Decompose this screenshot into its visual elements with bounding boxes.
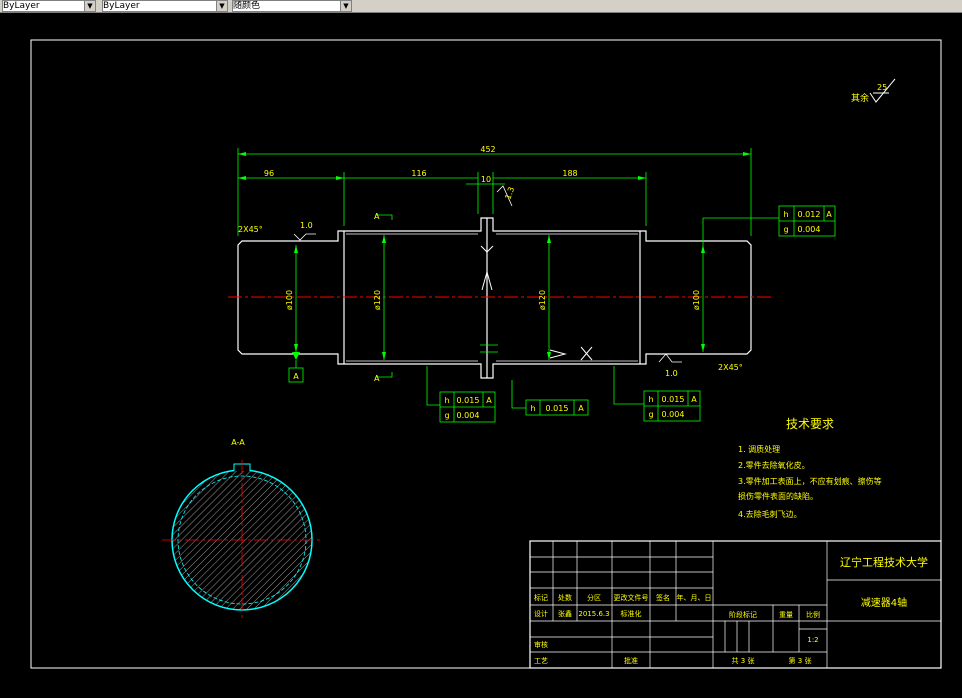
weight-label: 重量 xyxy=(779,611,793,619)
tol-bl-val2: 0.004 xyxy=(457,411,480,420)
part-name: 减速器4轴 xyxy=(861,596,907,609)
std-label: 标准化 xyxy=(621,609,642,618)
drawing-frame xyxy=(30,39,942,669)
tol-bl-sym2: g xyxy=(444,411,449,420)
designer: 张鑫 xyxy=(558,609,572,618)
tech-req-item: 4.去除毛刺飞边。 xyxy=(738,509,802,519)
drawing-canvas[interactable]: 其余 25 452 96 116 10 188 2X45° 2X45° 1.0 … xyxy=(0,12,962,698)
dim-dia-mid2: ø120 xyxy=(538,290,547,310)
tol-br-val1: 0.015 xyxy=(662,395,685,404)
tech-req-item: 3.零件加工表面上，不应有划痕、擦伤等 xyxy=(738,476,882,486)
title-block: 辽宁工程技术大学 减速器4轴 标记 处数 分区 更改文件号 签名 年、月、日 设… xyxy=(529,540,942,669)
section-view: A-A xyxy=(162,438,322,620)
tol-br-ref1: A xyxy=(691,395,697,404)
tol-br-sym1: h xyxy=(648,395,653,404)
tol-bm-sym1: h xyxy=(530,404,535,413)
chevron-down-icon[interactable]: ▼ xyxy=(340,1,351,11)
process-label: 工艺 xyxy=(534,657,548,665)
tol-tr-sym1: h xyxy=(783,210,788,219)
dim-116: 116 xyxy=(411,169,426,178)
dim-10: 10 xyxy=(481,175,491,184)
dim-96: 96 xyxy=(264,169,274,178)
section-mark-bottom: A xyxy=(374,374,380,383)
technical-requirements: 技术要求 1. 调质处理 2.零件去除氧化皮。 3.零件加工表面上，不应有划痕、… xyxy=(738,417,882,519)
section-view-label: A-A xyxy=(231,438,245,447)
dim-dia-right: ø100 xyxy=(692,290,701,310)
tol-bm-val1: 0.015 xyxy=(546,404,569,413)
datum-a: A xyxy=(288,352,304,383)
school-name: 辽宁工程技术大学 xyxy=(840,555,928,569)
tech-req-item: 1. 调质处理 xyxy=(738,444,780,454)
chevron-down-icon[interactable]: ▼ xyxy=(216,1,227,11)
tech-req-title: 技术要求 xyxy=(786,417,834,431)
dim-chamfer-left: 2X45° xyxy=(238,225,263,234)
approve-label: 批准 xyxy=(624,656,638,665)
shaft-main-view xyxy=(228,217,772,379)
lineweight-value: ByLayer xyxy=(103,1,140,11)
fillet-right-text: 1.0 xyxy=(665,369,678,378)
dim-dia-mid1: ø120 xyxy=(373,290,382,310)
tol-tr-val2: 0.004 xyxy=(798,225,821,234)
tol-bl-ref1: A xyxy=(486,396,492,405)
roughness-value: 25 xyxy=(877,83,887,92)
hdr-fenqu: 分区 xyxy=(587,593,601,602)
tol-br-sym2: g xyxy=(648,410,653,419)
dim-chamfer-right: 2X45° xyxy=(718,363,743,372)
lineweight-dropdown[interactable]: ByLayer ▼ xyxy=(102,0,228,12)
tol-tr-sym2: g xyxy=(783,225,788,234)
sheet-number: 第 3 张 xyxy=(789,656,812,665)
dim-overall: 452 xyxy=(480,145,495,154)
dimension-lines xyxy=(237,148,779,360)
shaft-outline xyxy=(237,217,752,379)
r-note-text: 1.3 xyxy=(503,186,516,201)
hdr-date: 年、月、日 xyxy=(677,593,712,602)
datum-a-label: A xyxy=(293,372,299,381)
plotstyle-dropdown[interactable]: 随颜色 ▼ xyxy=(232,0,352,12)
dim-dia-left: ø100 xyxy=(285,290,294,310)
section-mark-top: A xyxy=(374,212,380,221)
tech-req-item: 损伤零件表面的缺陷。 xyxy=(738,491,818,501)
dimension-arrows xyxy=(238,152,751,360)
design-label: 设计 xyxy=(534,609,548,618)
review-label: 审核 xyxy=(534,640,548,649)
hdr-qianming: 签名 xyxy=(656,593,670,602)
plotstyle-value: 随颜色 xyxy=(233,1,261,11)
roughness-label: 其余 xyxy=(851,92,869,104)
tol-br-val2: 0.004 xyxy=(662,410,685,419)
tol-tr-ref1: A xyxy=(826,210,832,219)
linetype-dropdown[interactable]: ByLayer ▼ xyxy=(2,0,96,12)
hdr-chushu: 处数 xyxy=(558,593,572,602)
hdr-biaoji: 标记 xyxy=(534,593,548,602)
tol-bl-val1: 0.015 xyxy=(457,396,480,405)
sheets-total: 共 3 张 xyxy=(732,656,755,665)
tech-req-item: 2.零件去除氧化皮。 xyxy=(738,460,810,470)
tol-tr-val1: 0.012 xyxy=(798,210,821,219)
stage-label: 阶段标记 xyxy=(729,610,757,619)
linetype-value: ByLayer xyxy=(3,1,40,11)
dim-188: 188 xyxy=(562,169,577,178)
tol-bl-sym1: h xyxy=(444,396,449,405)
tolerance-frame-bottom-right xyxy=(613,366,701,422)
roughness-symbol: 其余 25 xyxy=(851,78,896,104)
scale-value: 1:2 xyxy=(807,636,818,644)
scale-label: 比例 xyxy=(806,610,820,619)
hdr-gengai: 更改文件号 xyxy=(614,593,649,602)
chevron-down-icon[interactable]: ▼ xyxy=(84,1,95,11)
tol-bm-ref1: A xyxy=(578,404,584,413)
design-date: 2015.6.3 xyxy=(578,610,609,618)
fillet-left-text: 1.0 xyxy=(300,221,313,230)
